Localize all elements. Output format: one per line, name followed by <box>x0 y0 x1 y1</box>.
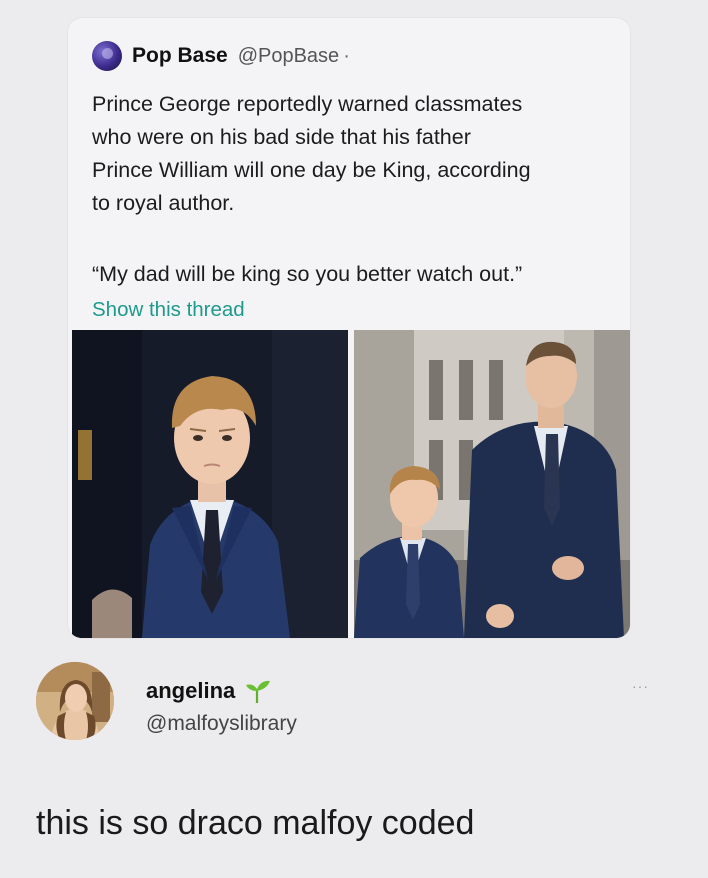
angelina-avatar-illustration <box>36 662 114 740</box>
tweet-screenshot: Pop Base @PopBase · Prince George report… <box>0 0 708 878</box>
more-options-icon[interactable]: ··· <box>632 678 649 694</box>
quoted-tweet-quote: “My dad will be king so you better watch… <box>92 262 523 286</box>
quoted-author-handle[interactable]: @PopBase <box>238 45 339 68</box>
seedling-icon <box>243 677 273 705</box>
reply-author-row: angelina <box>146 676 273 706</box>
quoted-tweet-card[interactable]: Pop Base @PopBase · Prince George report… <box>68 18 630 638</box>
show-thread-link[interactable]: Show this thread <box>92 298 245 322</box>
reply-author-handle[interactable]: @malfoyslibrary <box>146 712 297 736</box>
header-separator: · <box>343 44 350 67</box>
popbase-avatar[interactable] <box>92 41 122 71</box>
quoted-tweet-header: Pop Base @PopBase · <box>92 40 350 72</box>
photo-father-and-son-walking[interactable] <box>354 330 630 638</box>
boy-in-suit-illustration <box>72 330 348 638</box>
photo-boy-in-suit[interactable] <box>72 330 348 638</box>
reply-author-name[interactable]: angelina <box>146 678 235 704</box>
father-and-son-illustration <box>354 330 630 638</box>
angelina-avatar[interactable] <box>36 662 114 740</box>
quoted-tweet-text: Prince George reportedly warned classmat… <box>92 92 531 215</box>
reply-text: this is so draco malfoy coded <box>36 804 475 842</box>
quoted-author-name[interactable]: Pop Base <box>132 44 228 68</box>
